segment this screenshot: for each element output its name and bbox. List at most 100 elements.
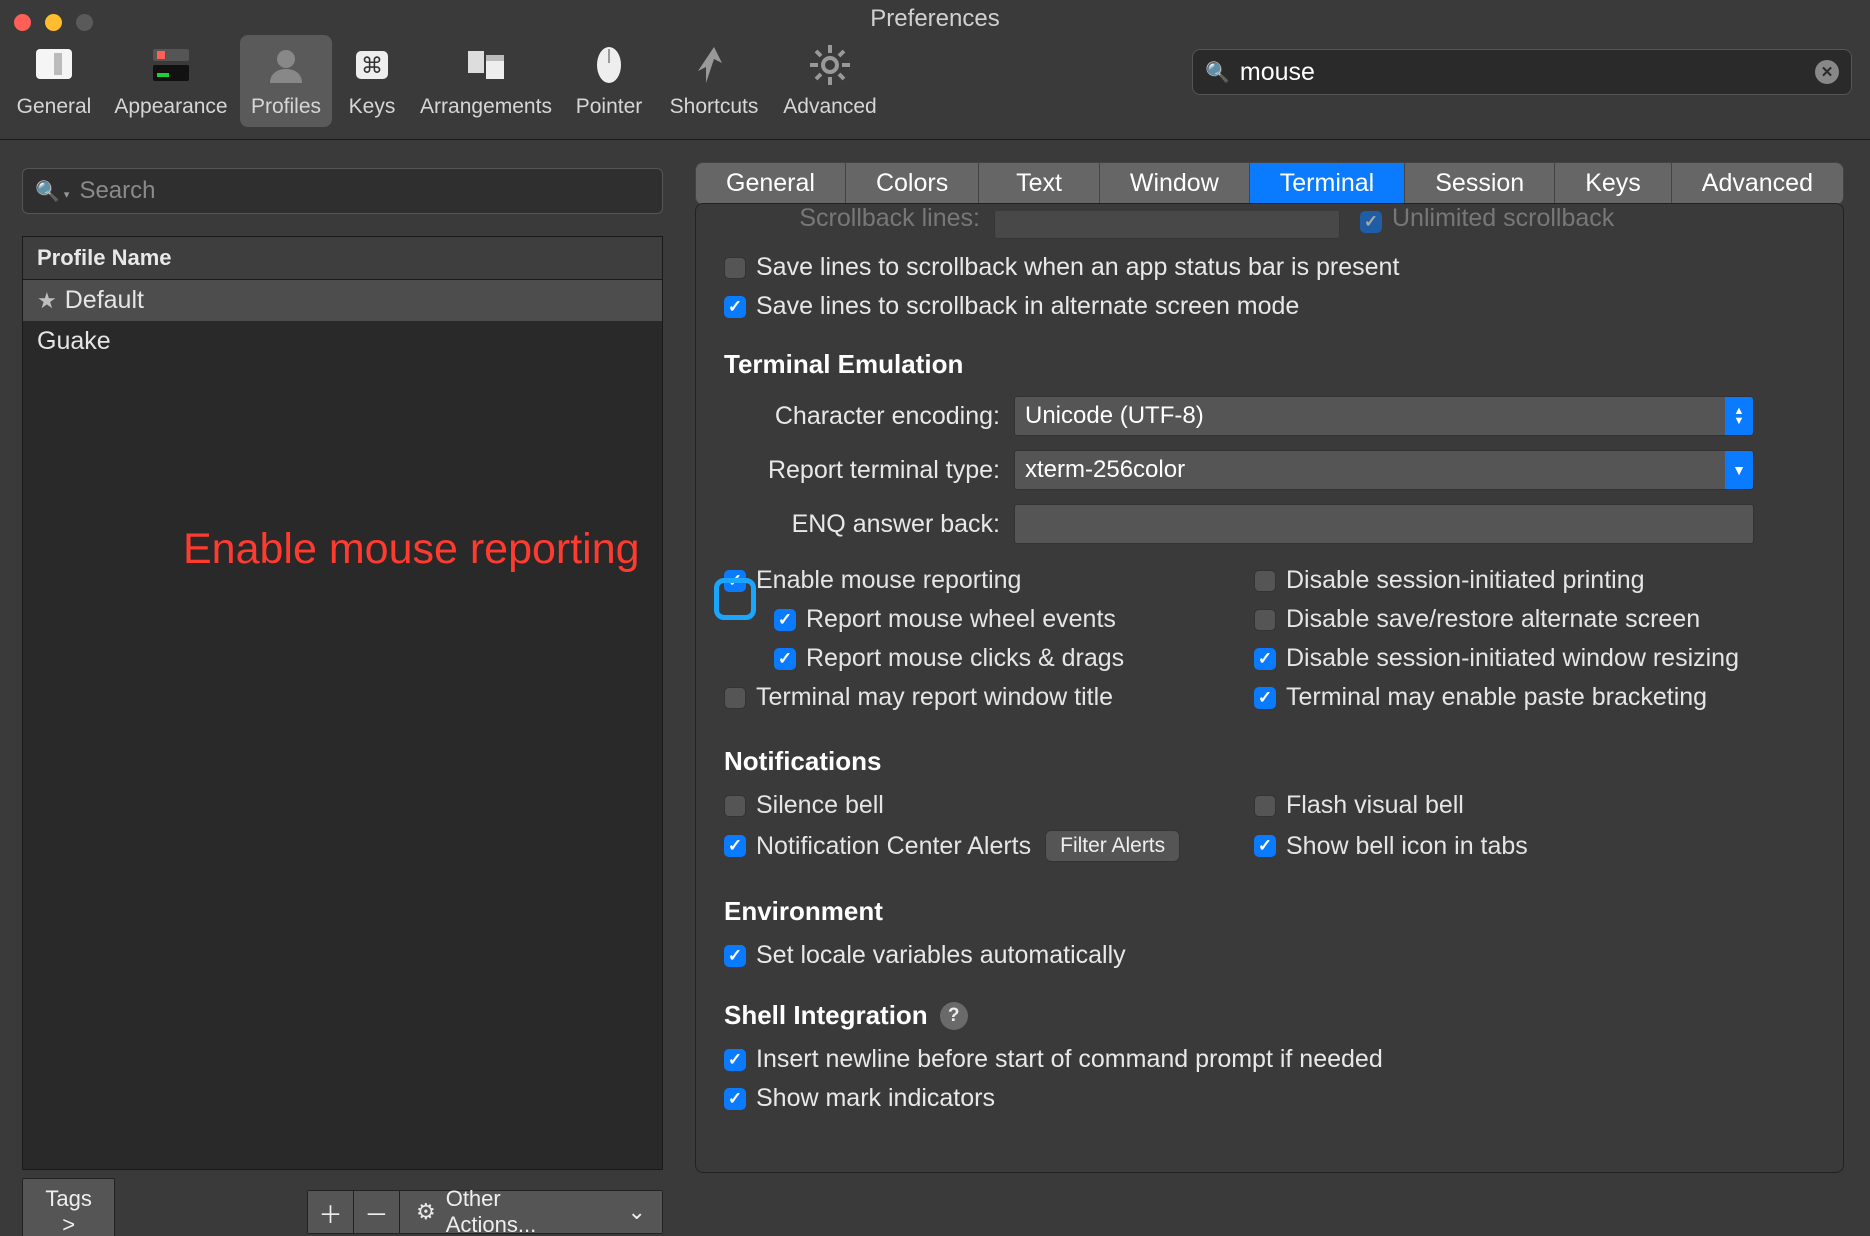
save-alt-screen-checkbox[interactable]	[724, 296, 746, 318]
report-wheel-checkbox[interactable]	[774, 609, 796, 631]
flash-bell-checkbox[interactable]	[1254, 795, 1276, 817]
profile-search-field[interactable]: 🔍▾	[22, 168, 663, 214]
report-type-combobox[interactable]: xterm-256color ▼	[1014, 450, 1754, 490]
gear-icon: ⚙	[416, 1199, 436, 1225]
insert-newline-label: Insert newline before start of command p…	[756, 1045, 1383, 1074]
profile-tabs: General Colors Text Window Terminal Sess…	[695, 162, 1844, 205]
unlimited-scrollback-label-cut: Unlimited scrollback	[1392, 204, 1614, 233]
flash-bell-label: Flash visual bell	[1286, 791, 1464, 820]
section-shell-integration: Shell Integration?	[724, 1000, 1815, 1031]
svg-text:⌘: ⌘	[361, 53, 383, 78]
toolbar-general[interactable]: General	[6, 35, 102, 127]
show-mark-checkbox[interactable]	[724, 1088, 746, 1110]
window-title: Preferences	[870, 5, 999, 33]
general-icon	[30, 41, 78, 89]
silence-bell-checkbox[interactable]	[724, 795, 746, 817]
profiles-icon	[262, 41, 310, 89]
content-area: General Colors Text Window Terminal Sess…	[685, 140, 1870, 1236]
toolbar-arrangements[interactable]: Arrangements	[412, 35, 560, 127]
profiles-sidebar: 🔍▾ Profile Name ★ Default Guake Enable m…	[0, 140, 685, 1236]
preferences-toolbar: General Appearance Profiles ⌘ Keys	[0, 25, 1870, 140]
chevron-down-icon: ⌄	[628, 1199, 646, 1225]
show-bell-icon-checkbox[interactable]	[1254, 835, 1276, 857]
section-notifications: Notifications	[724, 746, 1815, 777]
profile-row-label: Guake	[37, 327, 111, 356]
disable-save-restore-checkbox[interactable]	[1254, 609, 1276, 631]
select-arrows-icon: ▲▼	[1725, 397, 1753, 435]
search-icon: 🔍	[1205, 60, 1230, 85]
toolbar-search-input[interactable]	[1240, 58, 1805, 87]
filter-alerts-button[interactable]: Filter Alerts	[1045, 830, 1180, 862]
disable-printing-checkbox[interactable]	[1254, 570, 1276, 592]
toolbar-keys[interactable]: ⌘ Keys	[336, 35, 408, 127]
enq-input[interactable]	[1014, 504, 1754, 544]
char-encoding-label: Character encoding:	[724, 402, 1014, 431]
profile-row-default[interactable]: ★ Default	[23, 280, 662, 321]
remove-profile-button[interactable]: －	[354, 1190, 400, 1234]
nc-alerts-checkbox[interactable]	[724, 835, 746, 857]
profile-row-guake[interactable]: Guake	[23, 321, 662, 362]
toolbar-pointer[interactable]: Pointer	[564, 35, 654, 127]
section-environment: Environment	[724, 896, 1815, 927]
help-button[interactable]: ?	[940, 1002, 968, 1030]
unlimited-scrollback-checkbox-cut[interactable]	[1360, 211, 1382, 233]
report-title-checkbox[interactable]	[724, 687, 746, 709]
advanced-icon	[806, 41, 854, 89]
scrollback-field-cut[interactable]	[994, 211, 1340, 239]
paste-bracket-checkbox[interactable]	[1254, 687, 1276, 709]
settings-panel[interactable]: Scrollback lines: Unlimited scrollback S…	[695, 203, 1844, 1173]
report-type-label: Report terminal type:	[724, 456, 1014, 485]
report-clicks-label: Report mouse clicks & drags	[806, 644, 1124, 673]
profile-table: Profile Name ★ Default Guake Enable mous…	[22, 236, 663, 1170]
arrangements-icon	[462, 41, 510, 89]
scrollback-label-cut: Scrollback lines:	[724, 204, 994, 233]
set-locale-label: Set locale variables automatically	[756, 941, 1126, 970]
save-status-bar-checkbox[interactable]	[724, 257, 746, 279]
tab-keys[interactable]: Keys	[1555, 163, 1672, 204]
toolbar-search-field[interactable]: 🔍 ✕	[1192, 49, 1852, 95]
shortcuts-icon	[690, 41, 738, 89]
disable-printing-label: Disable session-initiated printing	[1286, 566, 1645, 595]
section-terminal-emulation: Terminal Emulation	[724, 349, 1815, 380]
profile-search-input[interactable]	[79, 177, 650, 205]
tab-text[interactable]: Text	[979, 163, 1100, 204]
save-alt-screen-label: Save lines to scrollback in alternate sc…	[756, 292, 1299, 321]
tab-colors[interactable]: Colors	[846, 163, 979, 204]
window-zoom-button[interactable]	[76, 14, 93, 31]
report-title-label: Terminal may report window title	[756, 683, 1113, 712]
chevron-down-icon: ▼	[1725, 451, 1753, 489]
clear-search-button[interactable]: ✕	[1815, 60, 1839, 84]
disable-resize-checkbox[interactable]	[1254, 648, 1276, 670]
toolbar-profiles[interactable]: Profiles	[240, 35, 332, 127]
char-encoding-select[interactable]: Unicode (UTF-8) ▲▼	[1014, 396, 1754, 436]
tab-session[interactable]: Session	[1405, 163, 1555, 204]
search-icon: 🔍▾	[35, 179, 69, 204]
tags-button[interactable]: Tags >	[22, 1178, 115, 1236]
toolbar-shortcuts[interactable]: Shortcuts	[658, 35, 770, 127]
tab-terminal[interactable]: Terminal	[1250, 163, 1405, 204]
report-clicks-checkbox[interactable]	[774, 648, 796, 670]
annotation-overlay: Enable mouse reporting	[183, 525, 640, 574]
insert-newline-checkbox[interactable]	[724, 1049, 746, 1071]
appearance-icon	[147, 41, 195, 89]
keys-icon: ⌘	[348, 41, 396, 89]
enable-mouse-checkbox[interactable]	[724, 570, 746, 592]
add-profile-button[interactable]: ＋	[307, 1190, 353, 1234]
save-status-bar-label: Save lines to scrollback when an app sta…	[756, 253, 1399, 282]
tab-window[interactable]: Window	[1100, 163, 1250, 204]
nc-alerts-label: Notification Center Alerts	[756, 832, 1031, 861]
toolbar-appearance[interactable]: Appearance	[106, 35, 236, 127]
pointer-icon	[585, 41, 633, 89]
tab-advanced[interactable]: Advanced	[1672, 163, 1843, 204]
set-locale-checkbox[interactable]	[724, 945, 746, 967]
preferences-window: Preferences General Appearance Profiles	[0, 0, 1870, 1236]
profile-table-header[interactable]: Profile Name	[23, 237, 662, 280]
toolbar-advanced[interactable]: Advanced	[774, 35, 886, 127]
enable-mouse-label: Enable mouse reporting	[756, 566, 1021, 595]
enq-label: ENQ answer back:	[724, 510, 1014, 539]
window-minimize-button[interactable]	[45, 14, 62, 31]
show-bell-icon-label: Show bell icon in tabs	[1286, 832, 1528, 861]
window-close-button[interactable]	[14, 14, 31, 31]
other-actions-button[interactable]: ⚙ Other Actions... ⌄	[400, 1190, 663, 1234]
tab-general[interactable]: General	[696, 163, 846, 204]
